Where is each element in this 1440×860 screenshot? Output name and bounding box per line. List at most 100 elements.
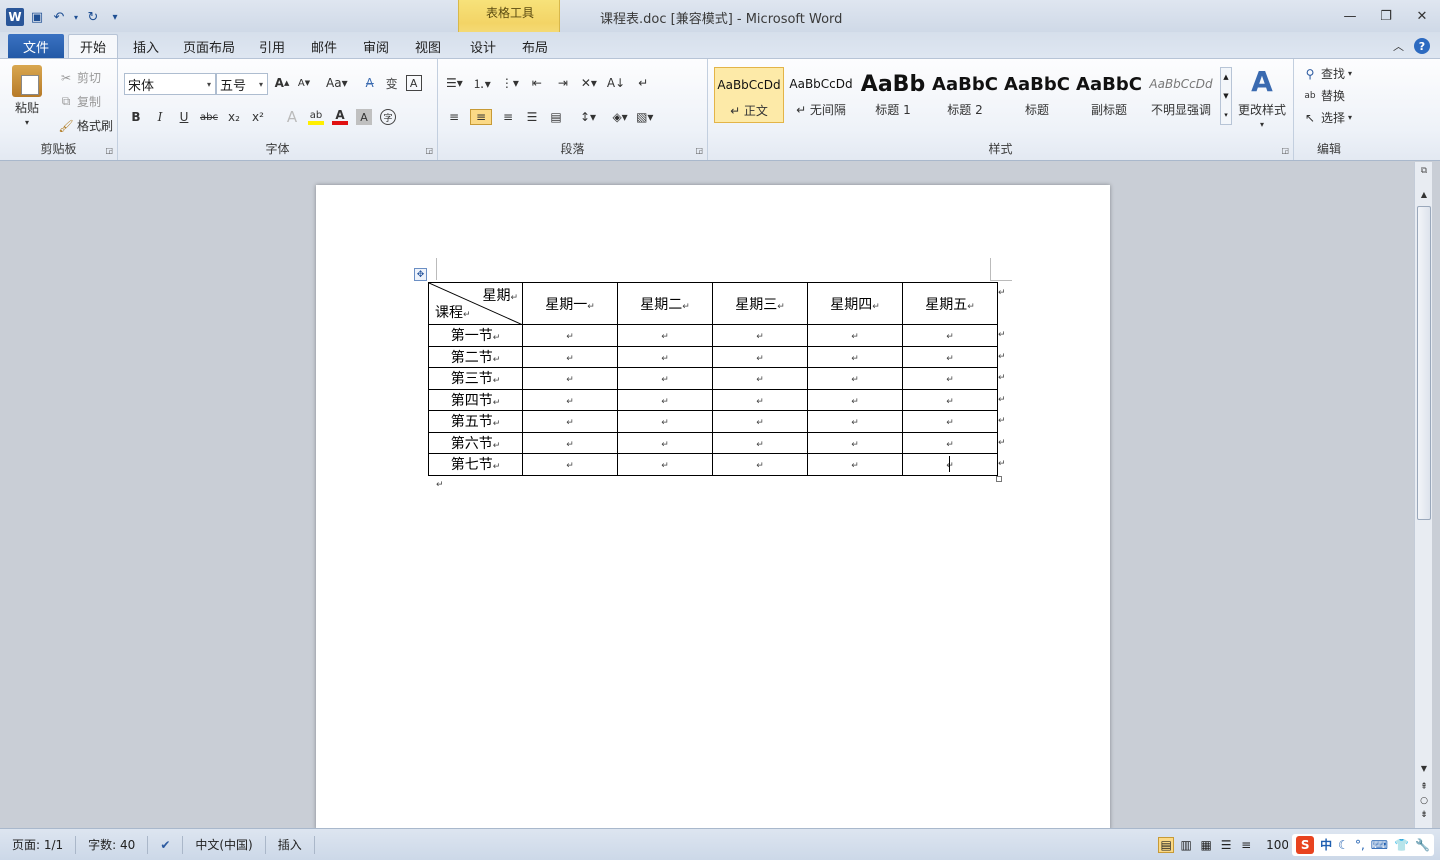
header-cell[interactable]: 星期二↵ <box>617 282 713 325</box>
font-launcher-icon[interactable]: ◲ <box>425 146 433 155</box>
schedule-cell[interactable]: ↵ <box>617 388 713 411</box>
punctuation-icon[interactable]: °, <box>1355 838 1365 852</box>
find-button[interactable]: ⚲ 查找 ▾ <box>1302 65 1352 82</box>
zoom-level[interactable]: 100 <box>1266 838 1288 852</box>
print-layout-icon[interactable]: ▤ <box>1158 836 1175 853</box>
text-effects-icon[interactable]: A <box>284 108 300 126</box>
format-painter-button[interactable]: 🖌 格式刷 <box>58 117 113 134</box>
outline-icon[interactable]: ☰ <box>1218 837 1234 853</box>
phonetic-guide-icon[interactable]: 变 <box>384 75 400 91</box>
change-case-icon[interactable]: Aa▾ <box>326 75 348 91</box>
style-subtitle[interactable]: AaBbC 副标题 <box>1074 67 1144 123</box>
next-page-icon[interactable]: ⇟ <box>1418 810 1430 822</box>
ruler-toggle-icon[interactable]: ⧉ <box>1417 166 1431 188</box>
skin-icon[interactable]: 👕 <box>1394 838 1409 852</box>
table-move-handle-icon[interactable]: ✥ <box>414 268 427 281</box>
align-left-icon[interactable]: ≡ <box>446 109 462 125</box>
schedule-cell[interactable]: ↵ <box>807 410 903 433</box>
schedule-cell[interactable]: ↵ <box>522 431 618 454</box>
borders-icon[interactable]: ▧▾ <box>636 109 653 125</box>
align-right-icon[interactable]: ≡ <box>500 109 516 125</box>
insert-mode[interactable]: 插入 <box>266 835 315 854</box>
proofing-icon[interactable]: ✔ <box>148 835 184 854</box>
period-cell[interactable]: 第二节↵ <box>428 345 523 368</box>
undo-icon[interactable]: ↶ <box>50 8 68 26</box>
schedule-cell[interactable]: ↵ <box>522 388 618 411</box>
enclose-characters-icon[interactable]: 字 <box>379 109 396 125</box>
web-layout-icon[interactable]: ▦ <box>1198 837 1214 853</box>
cut-button[interactable]: ✂ 剪切 <box>58 69 101 86</box>
chevron-up-icon[interactable]: ▲ <box>1223 73 1228 81</box>
italic-icon[interactable]: I <box>152 109 168 125</box>
sort-icon[interactable]: A↓ <box>607 75 625 91</box>
schedule-cell[interactable]: ↵ <box>807 431 903 454</box>
paragraph-launcher-icon[interactable]: ◲ <box>695 146 703 155</box>
period-cell[interactable]: 第六节↵ <box>428 431 523 454</box>
schedule-cell[interactable]: ↵ <box>902 345 998 368</box>
styles-gallery-scroll[interactable]: ▲ ▼ ▾ <box>1220 67 1232 125</box>
undo-dropdown-icon[interactable]: ▾ <box>72 8 80 26</box>
scroll-down-icon[interactable]: ▼ <box>1418 764 1430 776</box>
subscript-icon[interactable]: x₂ <box>226 109 242 125</box>
scroll-thumb[interactable] <box>1417 206 1431 520</box>
align-center-icon[interactable]: ≡ <box>470 109 492 125</box>
bullets-icon[interactable]: ☰▾ <box>446 75 463 91</box>
increase-indent-icon[interactable]: ⇥ <box>555 75 571 91</box>
schedule-cell[interactable]: ↵ <box>617 410 713 433</box>
corner-header-cell[interactable]: 星期↵ 课程↵ <box>428 282 523 325</box>
header-cell[interactable]: 星期一↵ <box>522 282 618 325</box>
header-cell[interactable]: 星期五↵ <box>902 282 998 325</box>
schedule-cell[interactable]: ↵ <box>807 453 903 476</box>
style-normal[interactable]: AaBbCcDd ↵ 正文 <box>714 67 784 123</box>
header-cell[interactable]: 星期四↵ <box>807 282 903 325</box>
schedule-cell[interactable]: ↵ <box>522 345 618 368</box>
chinese-mode-icon[interactable]: 中 <box>1320 836 1332 853</box>
tab-page-layout[interactable]: 页面布局 <box>178 34 240 58</box>
schedule-cell[interactable]: ↵ <box>807 345 903 368</box>
schedule-cell[interactable]: ↵ <box>712 345 808 368</box>
word-logo-icon[interactable]: W <box>6 8 24 26</box>
vertical-scrollbar[interactable]: ⧉ ▲ ▼ ⇞ ○ ⇟ <box>1414 162 1432 828</box>
schedule-cell[interactable]: ↵ <box>902 324 998 347</box>
schedule-cell[interactable]: ↵ <box>902 453 998 476</box>
language[interactable]: 中文(中国) <box>183 835 266 854</box>
schedule-cell[interactable]: ↵ <box>902 431 998 454</box>
schedule-cell[interactable]: ↵ <box>902 410 998 433</box>
tab-review[interactable]: 审阅 <box>356 34 396 58</box>
highlight-icon[interactable]: ab <box>307 109 324 125</box>
schedule-cell[interactable]: ↵ <box>617 453 713 476</box>
schedule-cell[interactable]: ↵ <box>712 324 808 347</box>
tab-mailings[interactable]: 邮件 <box>304 34 344 58</box>
redo-icon[interactable]: ↻ <box>84 8 102 26</box>
schedule-cell[interactable]: ↵ <box>712 431 808 454</box>
moon-icon[interactable]: ☾ <box>1338 838 1349 852</box>
bold-icon[interactable]: B <box>128 109 144 125</box>
header-cell[interactable]: 星期三↵ <box>712 282 808 325</box>
page-count[interactable]: 页面: 1/1 <box>0 835 77 854</box>
styles-launcher-icon[interactable]: ◲ <box>1281 146 1289 155</box>
multilevel-list-icon[interactable]: ⋮▾ <box>501 75 519 91</box>
keyboard-icon[interactable]: ⌨ <box>1371 838 1388 852</box>
underline-icon[interactable]: U <box>176 109 192 125</box>
period-cell[interactable]: 第一节↵ <box>428 324 523 347</box>
word-count[interactable]: 字数: 40 <box>76 835 149 854</box>
save-icon[interactable]: ▣ <box>28 8 46 26</box>
distribute-icon[interactable]: ▤ <box>548 109 564 125</box>
change-styles-button[interactable]: A 更改样式 ▾ <box>1238 65 1286 129</box>
schedule-cell[interactable]: ↵ <box>902 367 998 390</box>
full-screen-reading-icon[interactable]: ▥ <box>1178 837 1194 853</box>
style-title[interactable]: AaBbC 标题 <box>1002 67 1072 123</box>
schedule-cell[interactable]: ↵ <box>807 367 903 390</box>
period-cell[interactable]: 第三节↵ <box>428 367 523 390</box>
style-no-spacing[interactable]: AaBbCcDd ↵ 无间隔 <box>786 67 856 123</box>
schedule-cell[interactable]: ↵ <box>712 453 808 476</box>
style-subtle-emphasis[interactable]: AaBbCcDd 不明显强调 <box>1146 67 1216 123</box>
period-cell[interactable]: 第四节↵ <box>428 388 523 411</box>
line-spacing-icon[interactable]: ↕▾ <box>580 109 596 125</box>
decrease-indent-icon[interactable]: ⇤ <box>529 75 545 91</box>
schedule-cell[interactable]: ↵ <box>522 453 618 476</box>
grow-font-icon[interactable]: A ▲ <box>274 75 290 91</box>
schedule-cell[interactable]: ↵ <box>522 324 618 347</box>
help-icon[interactable]: ? <box>1414 38 1430 54</box>
copy-button[interactable]: ⧉ 复制 <box>58 93 101 110</box>
